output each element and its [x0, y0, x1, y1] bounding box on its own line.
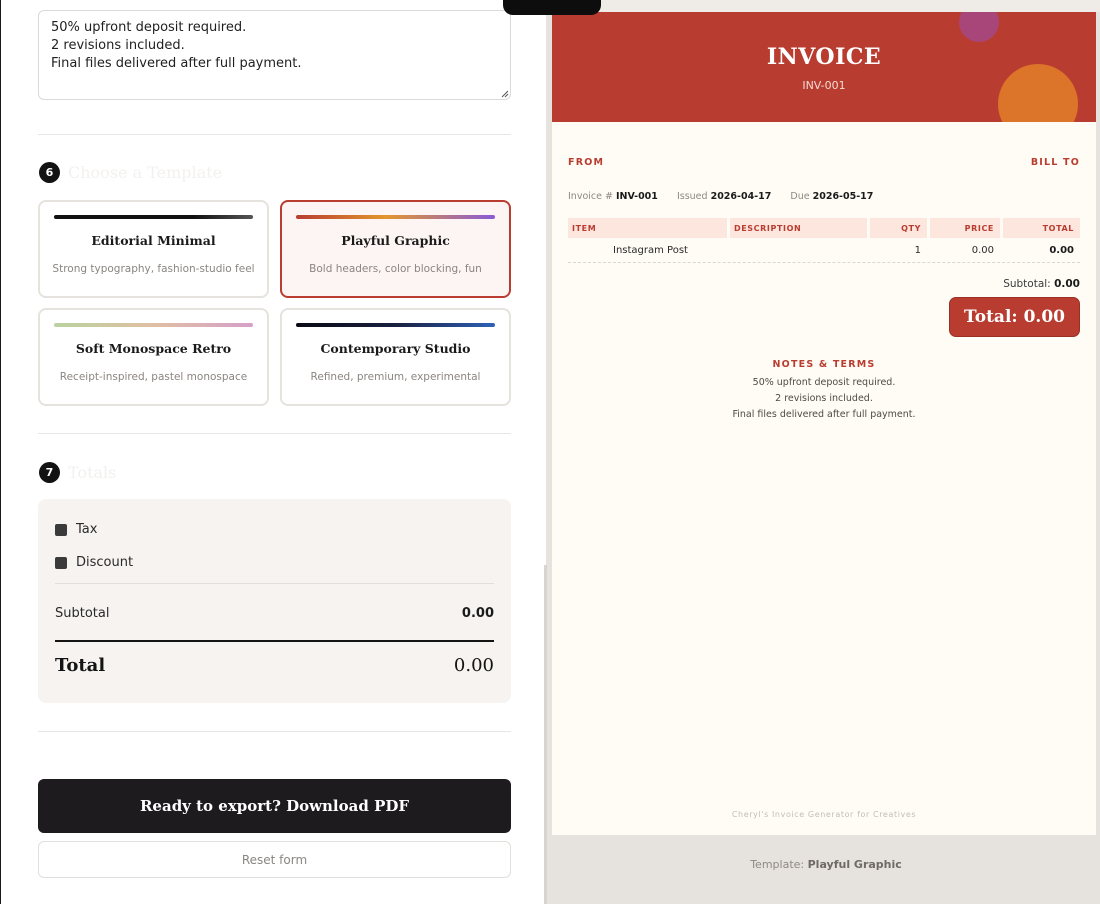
total-rule	[55, 640, 494, 642]
template-name: Editorial Minimal	[91, 233, 216, 248]
section-divider	[38, 731, 511, 732]
subtotal-value: 0.00	[461, 606, 494, 621]
due-value: 2026-05-17	[812, 191, 874, 202]
invoice-title: INVOICE	[766, 44, 882, 70]
from-label: FROM	[568, 157, 605, 168]
col-header-total: TOTAL	[1003, 218, 1080, 238]
invoice-number: INV-001	[802, 79, 846, 92]
invoice-no-value: INV-001	[615, 191, 658, 202]
resize-grip-icon[interactable]	[501, 90, 509, 98]
invoice-no-label: Invoice #	[568, 191, 613, 202]
template-caption: Template: Playful Graphic	[546, 858, 1100, 871]
preview-panel: INVOICE INV-001 FROM BILL TO Invoice # I…	[544, 0, 1100, 904]
notes-line: Final files delivered after full payment…	[732, 409, 916, 420]
notes-line: 50% upfront deposit required.	[752, 377, 896, 388]
template-swatch-bar	[296, 323, 495, 327]
tax-label: Tax	[76, 522, 98, 537]
section-divider	[38, 433, 511, 434]
preview-subtotal-label: Subtotal:	[1003, 278, 1051, 290]
cell-qty: 1	[914, 245, 921, 256]
bill-to-label: BILL TO	[1030, 157, 1080, 168]
form-panel: 50% upfront deposit required. 2 revision…	[0, 0, 546, 904]
totals-box: Tax Discount Subtotal 0.00 Total 0.00	[38, 499, 511, 703]
total-value: 0.00	[453, 655, 494, 676]
discount-label: Discount	[76, 555, 134, 570]
template-swatch-bar	[54, 323, 253, 327]
template-description: Bold headers, color blocking, fun	[309, 263, 482, 275]
step-6-title: Choose a Template	[68, 163, 223, 182]
template-description: Strong typography, fashion-studio feel	[52, 263, 255, 275]
cell-price: 0.00	[971, 245, 994, 256]
template-caption-name: Playful Graphic	[807, 858, 902, 871]
tax-toggle[interactable]: Tax	[55, 522, 97, 537]
invoice-paper: INVOICE INV-001 FROM BILL TO Invoice # I…	[552, 12, 1096, 835]
scrollbar[interactable]	[544, 565, 547, 904]
total-label: Total	[55, 655, 106, 676]
cell-item: Instagram Post	[613, 245, 688, 256]
template-name: Playful Graphic	[341, 233, 450, 248]
tax-checkbox[interactable]	[55, 523, 67, 536]
reset-form-button[interactable]: Reset form	[38, 841, 511, 878]
due-label: Due	[790, 191, 810, 202]
section-divider	[38, 134, 511, 135]
step-6-badge: 6	[39, 162, 60, 183]
issued-value: 2026-04-17	[710, 191, 772, 202]
notes-line: 2 revisions included.	[775, 393, 873, 404]
template-card-soft-monospace-retro[interactable]: Soft Monospace Retro Receipt-inspired, p…	[38, 308, 269, 406]
col-header-qty: QTY	[870, 218, 927, 238]
step-7-badge: 7	[39, 462, 60, 483]
subtotal-label: Subtotal	[55, 606, 110, 621]
template-card-contemporary-studio[interactable]: Contemporary Studio Refined, premium, ex…	[280, 308, 511, 406]
template-name: Contemporary Studio	[320, 341, 471, 356]
template-name: Soft Monospace Retro	[75, 341, 232, 356]
preview-top-strip	[546, 0, 1100, 12]
preview-footer: Cheryl's Invoice Generator for Creatives	[731, 810, 917, 819]
discount-checkbox[interactable]	[55, 556, 67, 569]
col-header-description: DESCRIPTION	[730, 218, 867, 238]
template-description: Refined, premium, experimental	[310, 371, 481, 383]
col-header-price: PRICE	[930, 218, 1000, 238]
cell-total: 0.00	[1049, 245, 1074, 256]
preview-total-badge: Total: 0.00	[949, 297, 1080, 337]
template-description: Receipt-inspired, pastel monospace	[59, 371, 248, 383]
notes-terms-textarea[interactable]: 50% upfront deposit required. 2 revision…	[38, 10, 511, 100]
top-notch	[503, 0, 601, 15]
totals-divider	[55, 583, 494, 584]
issued-label: Issued	[676, 191, 708, 202]
invoice-meta: Invoice # INV-001 Issued 2026-04-17 Due …	[568, 191, 873, 202]
preview-subtotal: Subtotal: 0.00	[1003, 278, 1080, 290]
step-7-title: Totals	[68, 463, 117, 482]
col-header-item: ITEM	[568, 218, 727, 238]
preview-subtotal-value: 0.00	[1054, 278, 1080, 290]
download-pdf-button[interactable]: Ready to export? Download PDF	[38, 779, 511, 833]
items-table-header: ITEM DESCRIPTION QTY PRICE TOTAL	[568, 218, 1080, 238]
decor-circle-magenta	[959, 12, 999, 42]
decor-circle-orange	[998, 64, 1078, 122]
notes-terms-title: NOTES & TERMS	[772, 359, 876, 370]
template-caption-prefix: Template:	[750, 858, 805, 871]
discount-toggle[interactable]: Discount	[55, 555, 133, 570]
template-swatch-bar	[54, 215, 253, 219]
table-row: Instagram Post 1 0.00 0.00	[568, 238, 1080, 263]
template-swatch-bar	[296, 215, 495, 219]
invoice-header: INVOICE INV-001	[552, 12, 1096, 122]
template-card-editorial-minimal[interactable]: Editorial Minimal Strong typography, fas…	[38, 200, 269, 298]
template-card-playful-graphic[interactable]: Playful Graphic Bold headers, color bloc…	[280, 200, 511, 298]
